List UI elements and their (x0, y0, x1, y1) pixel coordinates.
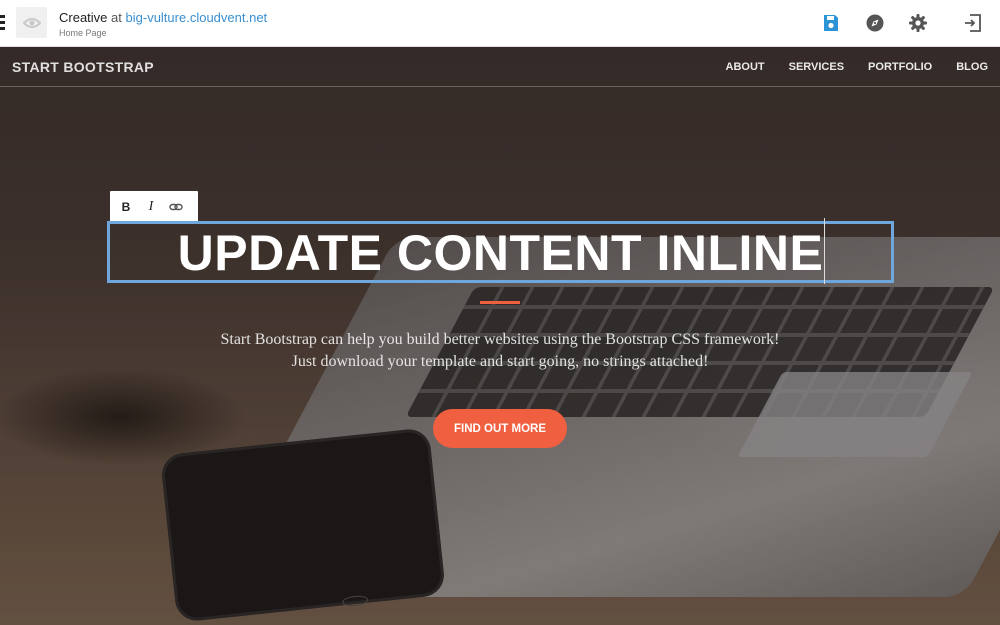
link-icon[interactable] (169, 202, 183, 212)
text-caret (824, 218, 825, 284)
site-at: at (111, 10, 122, 25)
exit-icon[interactable] (963, 13, 983, 33)
nav-link-blog[interactable]: BLOG (956, 61, 988, 73)
nav-links: ABOUT SERVICES PORTFOLIO BLOG (726, 61, 989, 73)
bold-button[interactable]: B (119, 200, 133, 214)
hero-heading[interactable]: UPDATE CONTENT INLINE (110, 226, 891, 280)
site-name: Creative (59, 10, 108, 25)
italic-button[interactable]: I (144, 199, 158, 215)
editable-heading-region[interactable]: UPDATE CONTENT INLINE (107, 218, 894, 284)
site-title: Creative at big-vulture.cloudvent.net (59, 10, 267, 25)
cms-toolbar: Creative at big-vulture.cloudvent.net Ho… (0, 0, 1000, 47)
navbar-brand[interactable]: START BOOTSTRAP (12, 59, 154, 75)
hero-lead-line-1: Start Bootstrap can help you build bette… (220, 331, 780, 348)
heading-divider (480, 301, 520, 304)
nav-link-about[interactable]: ABOUT (726, 61, 765, 73)
nav-link-services[interactable]: SERVICES (789, 61, 844, 73)
hero-lead: Start Bootstrap can help you build bette… (150, 329, 850, 373)
compass-icon[interactable] (865, 13, 885, 33)
find-out-more-button[interactable]: FIND OUT MORE (433, 409, 567, 448)
nav-link-portfolio[interactable]: PORTFOLIO (868, 61, 932, 73)
site-logo[interactable] (16, 7, 47, 38)
menu-icon[interactable] (0, 15, 5, 30)
gear-icon[interactable] (908, 13, 928, 33)
site-domain-link[interactable]: big-vulture.cloudvent.net (126, 10, 268, 25)
site-navbar: START BOOTSTRAP ABOUT SERVICES PORTFOLIO… (0, 47, 1000, 87)
hero-section: START BOOTSTRAP ABOUT SERVICES PORTFOLIO… (0, 47, 1000, 625)
eye-logo-icon (22, 17, 41, 28)
page-name: Home Page (59, 28, 107, 38)
hero-lead-line-2: Just download your template and start go… (291, 353, 709, 370)
inline-format-toolbar: B I (110, 191, 198, 222)
save-icon[interactable] (821, 13, 841, 33)
